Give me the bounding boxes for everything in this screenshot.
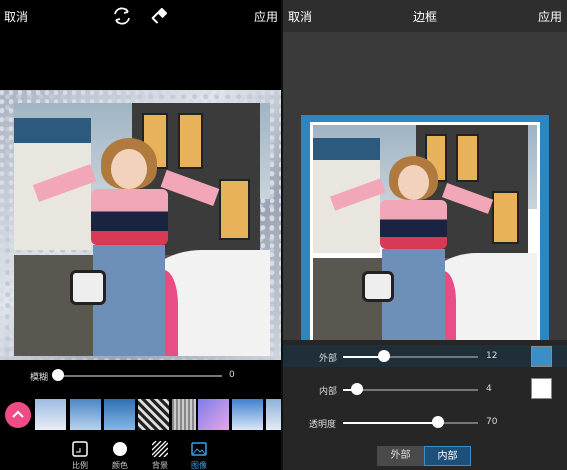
- aspect-ratio-icon[interactable]: [72, 441, 88, 457]
- color-circle-icon[interactable]: [112, 441, 128, 457]
- inner-slider-knob[interactable]: [350, 383, 363, 395]
- chevron-up-icon: [12, 410, 24, 418]
- tab-color-label[interactable]: 颜色: [105, 460, 135, 470]
- blur-value: 0: [229, 370, 235, 380]
- outer-label: 外部: [319, 354, 338, 364]
- photo: [313, 125, 537, 346]
- photo: [14, 103, 270, 356]
- tab-aspect-ratio-label[interactable]: 比例: [65, 460, 95, 470]
- background-thumbnail[interactable]: [232, 399, 263, 430]
- eraser-icon[interactable]: [148, 6, 170, 26]
- background-pattern-icon[interactable]: [152, 441, 168, 457]
- background-thumbnail[interactable]: [138, 399, 169, 430]
- blur-label: 模糊: [30, 373, 49, 383]
- opacity-slider-knob[interactable]: [431, 416, 444, 428]
- outer-color-swatch[interactable]: [531, 346, 552, 367]
- background-thumbnail[interactable]: [35, 399, 66, 430]
- segment-inner[interactable]: 内部: [424, 446, 471, 466]
- outer-slider-knob[interactable]: [377, 350, 390, 362]
- inner-color-swatch[interactable]: [531, 378, 552, 399]
- expand-button[interactable]: [5, 402, 31, 428]
- opacity-value: 70: [486, 417, 498, 427]
- opacity-label: 透明度: [309, 420, 337, 430]
- blur-track[interactable]: [58, 375, 222, 377]
- cancel-button[interactable]: 取消: [288, 8, 312, 25]
- segment-outer[interactable]: 外部: [377, 446, 424, 466]
- left-topbar: 取消 应用: [0, 0, 281, 32]
- outer-value: 12: [486, 351, 498, 361]
- background-thumbnail[interactable]: [70, 399, 101, 430]
- background-thumbnail[interactable]: [266, 399, 281, 430]
- swap-icon[interactable]: [111, 6, 133, 26]
- background-thumbnail[interactable]: [104, 399, 135, 430]
- background-editor-panel: 取消 应用 模糊 0 比例 颜色 背景 图像: [0, 0, 281, 470]
- inner-value: 4: [486, 384, 492, 394]
- right-topbar: 取消 边框 应用: [283, 0, 567, 32]
- cancel-button[interactable]: 取消: [4, 8, 28, 25]
- background-thumbnail[interactable]: [198, 399, 229, 430]
- inner-label: 内部: [319, 387, 338, 397]
- apply-button[interactable]: 应用: [538, 8, 562, 25]
- image-icon[interactable]: [191, 441, 207, 457]
- opacity-track-fill: [343, 422, 438, 424]
- apply-button[interactable]: 应用: [254, 8, 278, 25]
- border-editor-panel: 取消 边框 应用 外部 12 内部 4 透明度 70 外部 内部: [283, 0, 567, 470]
- tab-background-label[interactable]: 背景: [145, 460, 175, 470]
- tab-image-label[interactable]: 图像: [184, 460, 214, 470]
- inner-track[interactable]: [343, 389, 478, 391]
- blur-slider-knob[interactable]: [52, 369, 64, 381]
- background-thumbnail[interactable]: [172, 399, 196, 430]
- page-title: 边框: [413, 10, 438, 24]
